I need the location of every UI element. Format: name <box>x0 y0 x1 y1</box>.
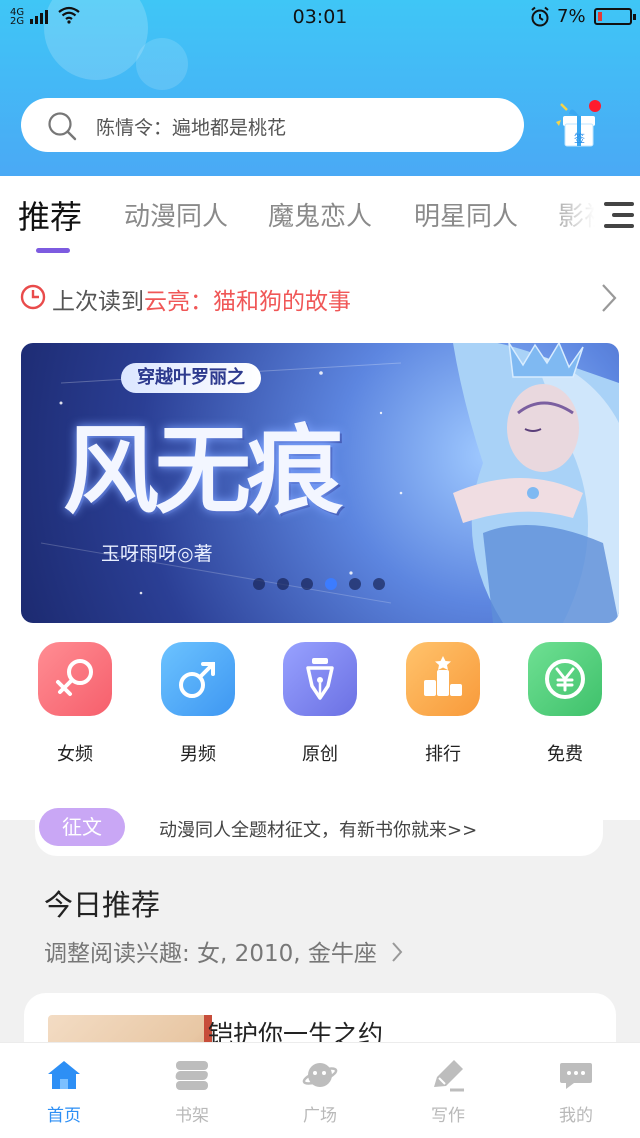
entry-male-label: 男频 <box>180 744 216 765</box>
section-title-today: 今日推荐 <box>44 888 161 922</box>
entry-female[interactable]: 女频 <box>38 642 112 765</box>
banner-title: 风无痕 <box>63 414 343 527</box>
bottom-navigation: 首页 书架 广场 写作 我的 <box>0 1042 640 1138</box>
pen-nib-icon <box>283 642 357 716</box>
nav-home[interactable]: 首页 <box>14 1043 114 1138</box>
search-placeholder: 陈情令：遍地都是桃花 <box>96 117 287 139</box>
female-icon <box>38 642 112 716</box>
essay-tag: 征文 <box>39 808 125 846</box>
carousel-dot[interactable] <box>301 578 313 590</box>
banner-subtitle: 穿越叶罗丽之 <box>121 363 261 393</box>
history-clock-icon <box>20 284 46 310</box>
search-bar[interactable]: 陈情令：遍地都是桃花 <box>21 98 524 152</box>
carousel-dot[interactable] <box>373 578 385 590</box>
carousel-dot[interactable] <box>253 578 265 590</box>
podium-icon <box>406 642 480 716</box>
entry-male[interactable]: 男频 <box>161 642 235 765</box>
essay-text: 动漫同人全题材征文，有新书你就来>> <box>159 820 478 841</box>
home-icon <box>48 1061 80 1089</box>
nav-home-label: 首页 <box>47 1106 81 1126</box>
entry-original-label: 原创 <box>302 744 338 765</box>
entry-ranking-label: 排行 <box>425 744 461 765</box>
interest-text: 调整阅读兴趣: 女, 2010, 金牛座 <box>44 941 377 967</box>
last-read-prefix: 上次读到 <box>52 289 144 315</box>
tab-anime-fanfic[interactable]: 动漫同人 <box>124 196 228 233</box>
nav-write-label: 写作 <box>431 1106 465 1126</box>
promo-banner[interactable]: 穿越叶罗丽之 风无痕 玉呀雨呀◎著 <box>21 343 619 623</box>
sign-in-button[interactable]: 签 <box>553 100 601 150</box>
chevron-right-icon <box>602 284 617 312</box>
chevron-right-icon <box>392 942 403 962</box>
entry-female-label: 女频 <box>57 744 93 765</box>
tab-recommend[interactable]: 推荐 <box>18 192 82 238</box>
essay-contest-banner[interactable]: 征文 动漫同人全题材征文，有新书你就来>> <box>35 802 603 856</box>
entry-ranking[interactable]: 排行 <box>406 642 480 765</box>
tab-diabolik-lovers[interactable]: 魔鬼恋人 <box>268 196 372 233</box>
search-icon <box>48 112 77 141</box>
tabs-menu-icon[interactable] <box>604 202 634 228</box>
chat-bubble-icon <box>560 1063 592 1089</box>
planet-icon <box>302 1063 338 1087</box>
category-tabs: 推荐 动漫同人 魔鬼恋人 明星同人 影视 <box>0 176 640 258</box>
carousel-dot[interactable] <box>349 578 361 590</box>
bookshelf-icon <box>175 1061 208 1090</box>
alarm-icon <box>531 6 549 27</box>
battery-icon <box>594 8 636 25</box>
nav-square[interactable]: 广场 <box>270 1043 370 1138</box>
male-icon <box>161 642 235 716</box>
entry-free-label: 免费 <box>547 744 583 765</box>
nav-square-label: 广场 <box>303 1106 337 1126</box>
entry-free[interactable]: 免费 <box>528 642 602 765</box>
nav-mine-label: 我的 <box>559 1106 593 1126</box>
banner-author: 玉呀雨呀◎著 <box>101 543 213 565</box>
yen-icon <box>528 642 602 716</box>
nav-mine[interactable]: 我的 <box>526 1043 626 1138</box>
pen-icon <box>434 1060 464 1092</box>
app-header: 4G 2G 03:01 7% 陈情令：遍地都是桃花 签 <box>0 0 640 176</box>
tab-celebrity-fanfic[interactable]: 明星同人 <box>414 196 518 233</box>
last-read-row[interactable]: 上次读到云亮：猫和狗的故事 <box>20 280 620 318</box>
last-read-text: 上次读到云亮：猫和狗的故事 <box>52 282 351 316</box>
nav-write[interactable]: 写作 <box>398 1043 498 1138</box>
notification-dot <box>589 100 601 112</box>
decor-bubble-small <box>136 38 188 90</box>
fairy-character-illustration <box>453 343 619 623</box>
nav-bookshelf-label: 书架 <box>175 1106 209 1126</box>
battery-percent: 7% <box>557 6 586 27</box>
adjust-interest-link[interactable]: 调整阅读兴趣: 女, 2010, 金牛座 <box>44 934 404 968</box>
carousel-dot[interactable] <box>277 578 289 590</box>
tab-active-indicator <box>36 248 70 253</box>
sign-in-label: 签 <box>574 131 585 145</box>
nav-bookshelf[interactable]: 书架 <box>142 1043 242 1138</box>
last-read-book: 云亮：猫和狗的故事 <box>144 289 351 315</box>
entry-original[interactable]: 原创 <box>283 642 357 765</box>
carousel-dot-active[interactable] <box>325 578 337 590</box>
status-bar: 4G 2G 03:01 7% <box>0 0 640 36</box>
